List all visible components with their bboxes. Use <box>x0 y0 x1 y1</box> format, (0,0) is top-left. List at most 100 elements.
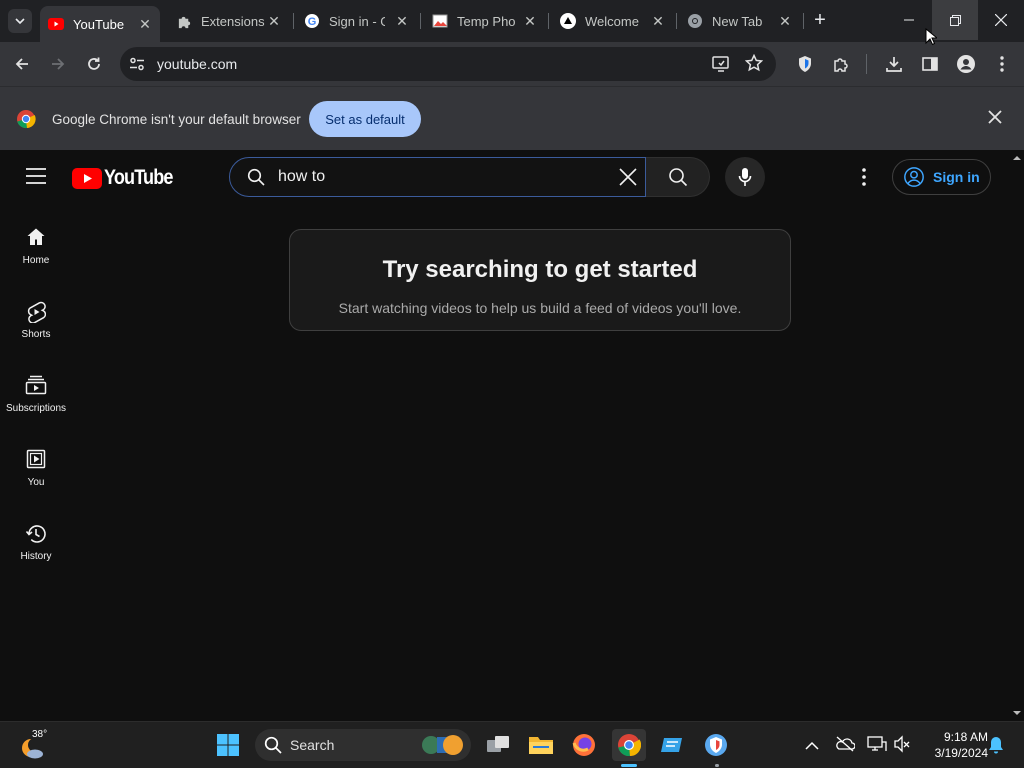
you-icon <box>0 449 72 473</box>
address-bar[interactable]: youtube.com <box>120 47 776 81</box>
tab-title: Extensions <box>201 13 265 29</box>
profile-icon[interactable] <box>954 52 978 76</box>
page-scrollbar[interactable] <box>1010 150 1024 721</box>
notification-bell-icon[interactable] <box>988 736 1004 759</box>
start-button[interactable] <box>213 730 243 760</box>
task-view-button[interactable] <box>483 730 513 760</box>
app-button-blue[interactable] <box>657 730 687 760</box>
tab-temp-photo[interactable]: Temp Pho ✕ <box>432 6 548 36</box>
nav-item-you[interactable]: You <box>0 449 72 488</box>
hamburger-menu-icon[interactable] <box>25 168 47 189</box>
back-button[interactable] <box>10 52 34 76</box>
subscriptions-icon <box>0 375 72 399</box>
svg-text:G: G <box>308 16 317 28</box>
close-tab-icon[interactable]: ✕ <box>649 13 667 30</box>
forward-button[interactable] <box>46 52 70 76</box>
close-tab-icon[interactable]: ✕ <box>265 13 283 30</box>
tab-divider <box>676 13 677 29</box>
tab-strip: YouTube ✕ Extensions ✕ G Sign in - G ✕ T… <box>0 0 1024 42</box>
search-highlight-icon <box>422 735 463 755</box>
tab-search-button[interactable] <box>8 9 32 33</box>
tab-title: Temp Pho <box>457 13 515 29</box>
tab-title: New Tab <box>712 13 763 29</box>
triangle-favicon <box>560 13 576 29</box>
close-tab-icon[interactable]: ✕ <box>136 16 154 33</box>
minimize-icon <box>904 19 914 21</box>
show-hidden-icons-chevron-icon[interactable] <box>805 738 819 756</box>
tab-youtube[interactable]: YouTube ✕ <box>40 6 160 42</box>
side-panel-icon[interactable] <box>918 52 942 76</box>
tab-divider <box>548 13 549 29</box>
nav-item-home[interactable]: Home <box>0 227 72 266</box>
tab-divider <box>420 13 421 29</box>
onedrive-offline-icon[interactable] <box>835 736 856 757</box>
restore-icon <box>949 14 961 26</box>
tab-title: Sign in - G <box>329 13 385 29</box>
shield-extension-icon[interactable] <box>793 52 817 76</box>
tab-divider <box>803 13 804 29</box>
search-icon <box>264 736 282 754</box>
close-window-button[interactable] <box>978 0 1024 40</box>
taskbar-search-box[interactable]: Search <box>255 729 471 761</box>
tab-google-signin[interactable]: G Sign in - G ✕ <box>304 6 420 36</box>
close-tab-icon[interactable]: ✕ <box>521 13 539 30</box>
weather-temperature: 38° <box>32 729 48 740</box>
system-clock[interactable]: 9:18 AM 3/19/2024 <box>918 729 988 761</box>
task-view-icon <box>487 736 509 752</box>
mouse-cursor-icon <box>925 28 937 46</box>
restore-button[interactable] <box>932 0 978 40</box>
nav-label: Subscriptions <box>5 403 67 414</box>
close-tab-icon[interactable]: ✕ <box>776 13 794 30</box>
network-icon[interactable] <box>867 735 887 758</box>
extensions-puzzle-icon[interactable] <box>829 52 853 76</box>
nav-item-subscriptions[interactable]: Subscriptions <box>0 375 72 414</box>
image-favicon <box>432 13 448 29</box>
voice-search-button[interactable] <box>725 157 765 197</box>
nav-item-shorts[interactable]: Shorts <box>0 301 72 340</box>
close-infobar-icon[interactable] <box>988 110 1002 129</box>
home-icon <box>0 227 72 251</box>
close-icon <box>995 14 1007 26</box>
reload-button[interactable] <box>82 52 106 76</box>
puzzle-icon <box>176 13 192 29</box>
scroll-down-arrow-icon[interactable] <box>1010 708 1024 718</box>
youtube-logo[interactable]: YouTube <box>72 166 184 190</box>
weather-widget[interactable]: 38° <box>18 729 58 763</box>
volume-muted-icon[interactable] <box>893 735 911 758</box>
folder-icon <box>529 737 553 754</box>
empty-feed-subtitle: Start watching videos to help us build a… <box>338 300 742 316</box>
clock-date: 3/19/2024 <box>934 746 988 760</box>
search-button[interactable] <box>646 157 710 197</box>
settings-more-icon[interactable] <box>862 168 866 191</box>
windows-taskbar: 38° Search 9:18 AM 3/19/2024 <box>0 721 1024 768</box>
site-settings-icon[interactable] <box>129 56 145 77</box>
new-tab-button[interactable]: + <box>809 9 831 31</box>
tab-new-tab[interactable]: New Tab ✕ <box>687 6 803 36</box>
chrome-menu-icon[interactable] <box>990 52 1014 76</box>
empty-feed-card: Try searching to get started Start watch… <box>289 229 791 331</box>
set-as-default-button[interactable]: Set as default <box>309 101 421 137</box>
close-tab-icon[interactable]: ✕ <box>393 13 411 30</box>
search-input[interactable]: how to <box>229 157 646 197</box>
firefox-button[interactable] <box>569 730 599 760</box>
file-explorer-button[interactable] <box>526 730 556 760</box>
nav-item-history[interactable]: History <box>0 523 72 562</box>
nav-label: History <box>20 551 52 562</box>
tab-extensions[interactable]: Extensions ✕ <box>176 6 294 36</box>
youtube-play-icon <box>72 167 102 189</box>
sign-in-button[interactable]: Sign in <box>892 159 991 195</box>
arrow-right-icon <box>52 58 65 70</box>
tab-divider <box>293 13 294 29</box>
clock-time: 9:18 AM <box>943 730 988 744</box>
bookmark-star-icon[interactable] <box>744 53 764 77</box>
empty-feed-title: Try searching to get started <box>382 256 698 283</box>
nav-label: Shorts <box>21 329 51 340</box>
shield-app-button[interactable] <box>701 730 731 760</box>
chrome-taskbar-button[interactable] <box>612 729 646 761</box>
cast-icon[interactable] <box>712 55 730 78</box>
downloads-icon[interactable] <box>882 52 906 76</box>
tab-welcome[interactable]: Welcome ✕ <box>560 6 676 36</box>
chrome-icon <box>618 734 641 757</box>
clear-search-icon[interactable] <box>619 168 637 191</box>
scroll-up-arrow-icon[interactable] <box>1010 153 1024 163</box>
